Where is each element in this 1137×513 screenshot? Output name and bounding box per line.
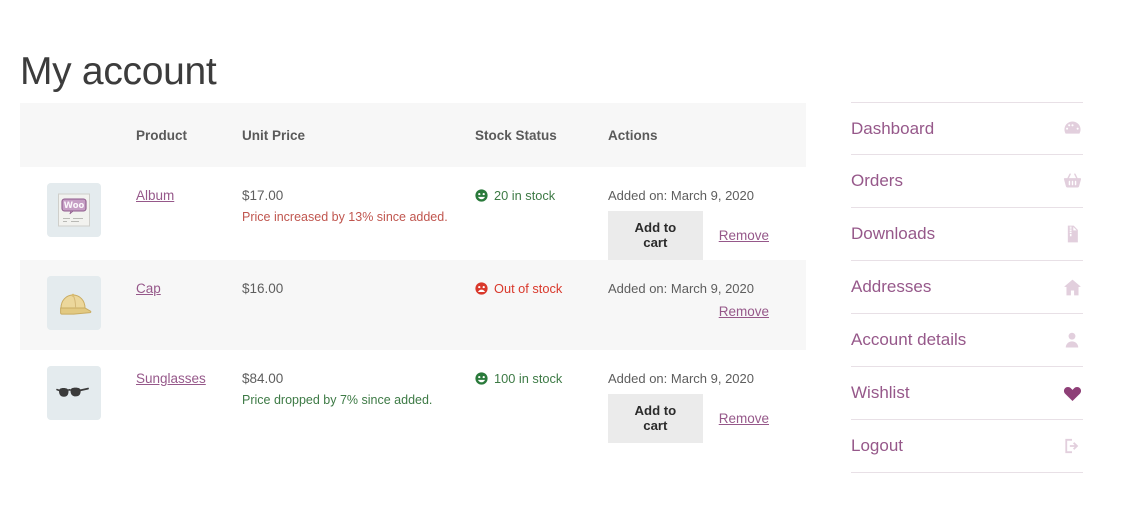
sidebar-item-wishlist[interactable]: Wishlist [851,367,1083,420]
sidebar-item-dashboard[interactable]: Dashboard [851,102,1083,155]
wishlist-table-body: Woo Album $17.00 Price increased by 13% sin… [20,167,806,444]
cell-unit-price: $84.00 Price dropped by 7% since added. [242,350,475,444]
price-value: $84.00 [242,371,284,387]
account-sidebar-nav: Dashboard Orders Downloads Addresses Account… [851,102,1083,473]
stock-status-label: 100 in stock [494,371,563,387]
column-header-unit-price: Unit Price [242,103,475,167]
wishlist-table: Product Unit Price Stock Status Actions … [20,103,806,444]
sidebar-item-label: Logout [851,436,903,455]
cell-thumbnail: Woo [20,167,136,261]
sidebar-item-label: Orders [851,171,903,190]
album-thumbnail[interactable]: Woo [47,183,101,237]
sidebar-item-addresses[interactable]: Addresses [851,261,1083,314]
home-icon [1061,276,1083,298]
product-link[interactable]: Album [136,188,174,203]
logout-arrow-icon [1061,435,1083,457]
person-icon [1061,329,1083,351]
cell-unit-price: $16.00 [242,260,475,351]
cell-actions: Added on: March 9, 2020 Remove [608,260,806,351]
column-header-product: Product [136,103,242,167]
price-change-note: Price dropped by 7% since added. [242,393,433,408]
cap-thumbnail[interactable] [47,276,101,331]
price-change-note: Price increased by 13% since added. [242,210,448,224]
cell-stock-status: 20 in stock [475,167,608,261]
stock-status-label: 20 in stock [494,188,556,203]
wishlist-table-container: Product Unit Price Stock Status Actions … [20,103,806,444]
status-badge: 100 in stock [475,371,608,386]
stock-status-label: Out of stock [494,281,563,297]
page-title: My account [20,50,217,94]
column-header-thumbnail [20,103,136,167]
table-header-row: Product Unit Price Stock Status Actions [20,103,806,167]
price-value: $16.00 [242,281,284,297]
smiley-face-icon [475,372,488,385]
heart-icon [1061,382,1083,404]
status-badge: 20 in stock [475,188,608,203]
dashboard-gauge-icon [1061,118,1083,140]
table-row: Cap $16.00 Out of stock Added on: March 9, … [20,260,806,351]
cell-product-name: Sunglasses [136,350,242,444]
cell-thumbnail [20,350,136,444]
sidebar-item-label: Downloads [851,224,936,243]
sidebar-item-label: Addresses [851,277,932,296]
cell-stock-status: 100 in stock [475,350,608,444]
smiley-face-icon [475,189,488,202]
price-value: $17.00 [242,188,284,203]
product-link[interactable]: Cap [136,281,161,296]
cell-unit-price: $17.00 Price increased by 13% since added… [242,167,475,261]
table-row: Sunglasses $84.00 Price dropped by 7% sinc… [20,350,806,444]
sidebar-item-label: Wishlist [851,383,910,402]
status-badge: Out of stock [475,281,608,296]
row-action-group: Remove [608,304,820,319]
product-link[interactable]: Sunglasses [136,371,206,386]
added-on-date: Added on: March 9, 2020 [608,371,754,387]
cell-stock-status: Out of stock [475,260,608,351]
cell-product-name: Album [136,167,242,261]
sad-face-icon [475,282,488,295]
sidebar-item-orders[interactable]: Orders [851,155,1083,208]
remove-link[interactable]: Remove [719,304,769,319]
sidebar-item-account-details[interactable]: Account details [851,314,1083,367]
column-header-actions: Actions [608,103,806,167]
wishlist-table-head: Product Unit Price Stock Status Actions [20,103,806,167]
remove-link[interactable]: Remove [719,411,769,426]
sidebar-item-label: Dashboard [851,118,935,138]
column-header-stock-status: Stock Status [475,103,608,167]
sidebar-item-downloads[interactable]: Downloads [851,208,1083,261]
sidebar-item-logout[interactable]: Logout [851,420,1083,473]
cell-actions: Added on: March 9, 2020 Add to cart Remove [608,350,806,444]
remove-link[interactable]: Remove [719,228,769,243]
row-action-group: Add to cart Remove [608,211,769,261]
svg-text:Woo: Woo [64,200,85,210]
add-to-cart-button[interactable]: Add to cart [608,211,703,261]
sidebar-item-label: Account details [851,330,967,349]
add-to-cart-button[interactable]: Add to cart [608,394,703,444]
cell-actions: Added on: March 9, 2020 Add to cart Remove [608,167,806,261]
row-action-group: Add to cart Remove [608,394,769,444]
added-on-date: Added on: March 9, 2020 [608,281,754,297]
added-on-date: Added on: March 9, 2020 [608,188,754,203]
download-file-icon [1061,223,1083,245]
cell-thumbnail [20,260,136,351]
cell-product-name: Cap [136,260,242,351]
table-row: Woo Album $17.00 Price increased by 13% sin… [20,167,806,261]
shopping-basket-icon [1061,170,1083,192]
sunglasses-thumbnail[interactable] [47,366,101,421]
